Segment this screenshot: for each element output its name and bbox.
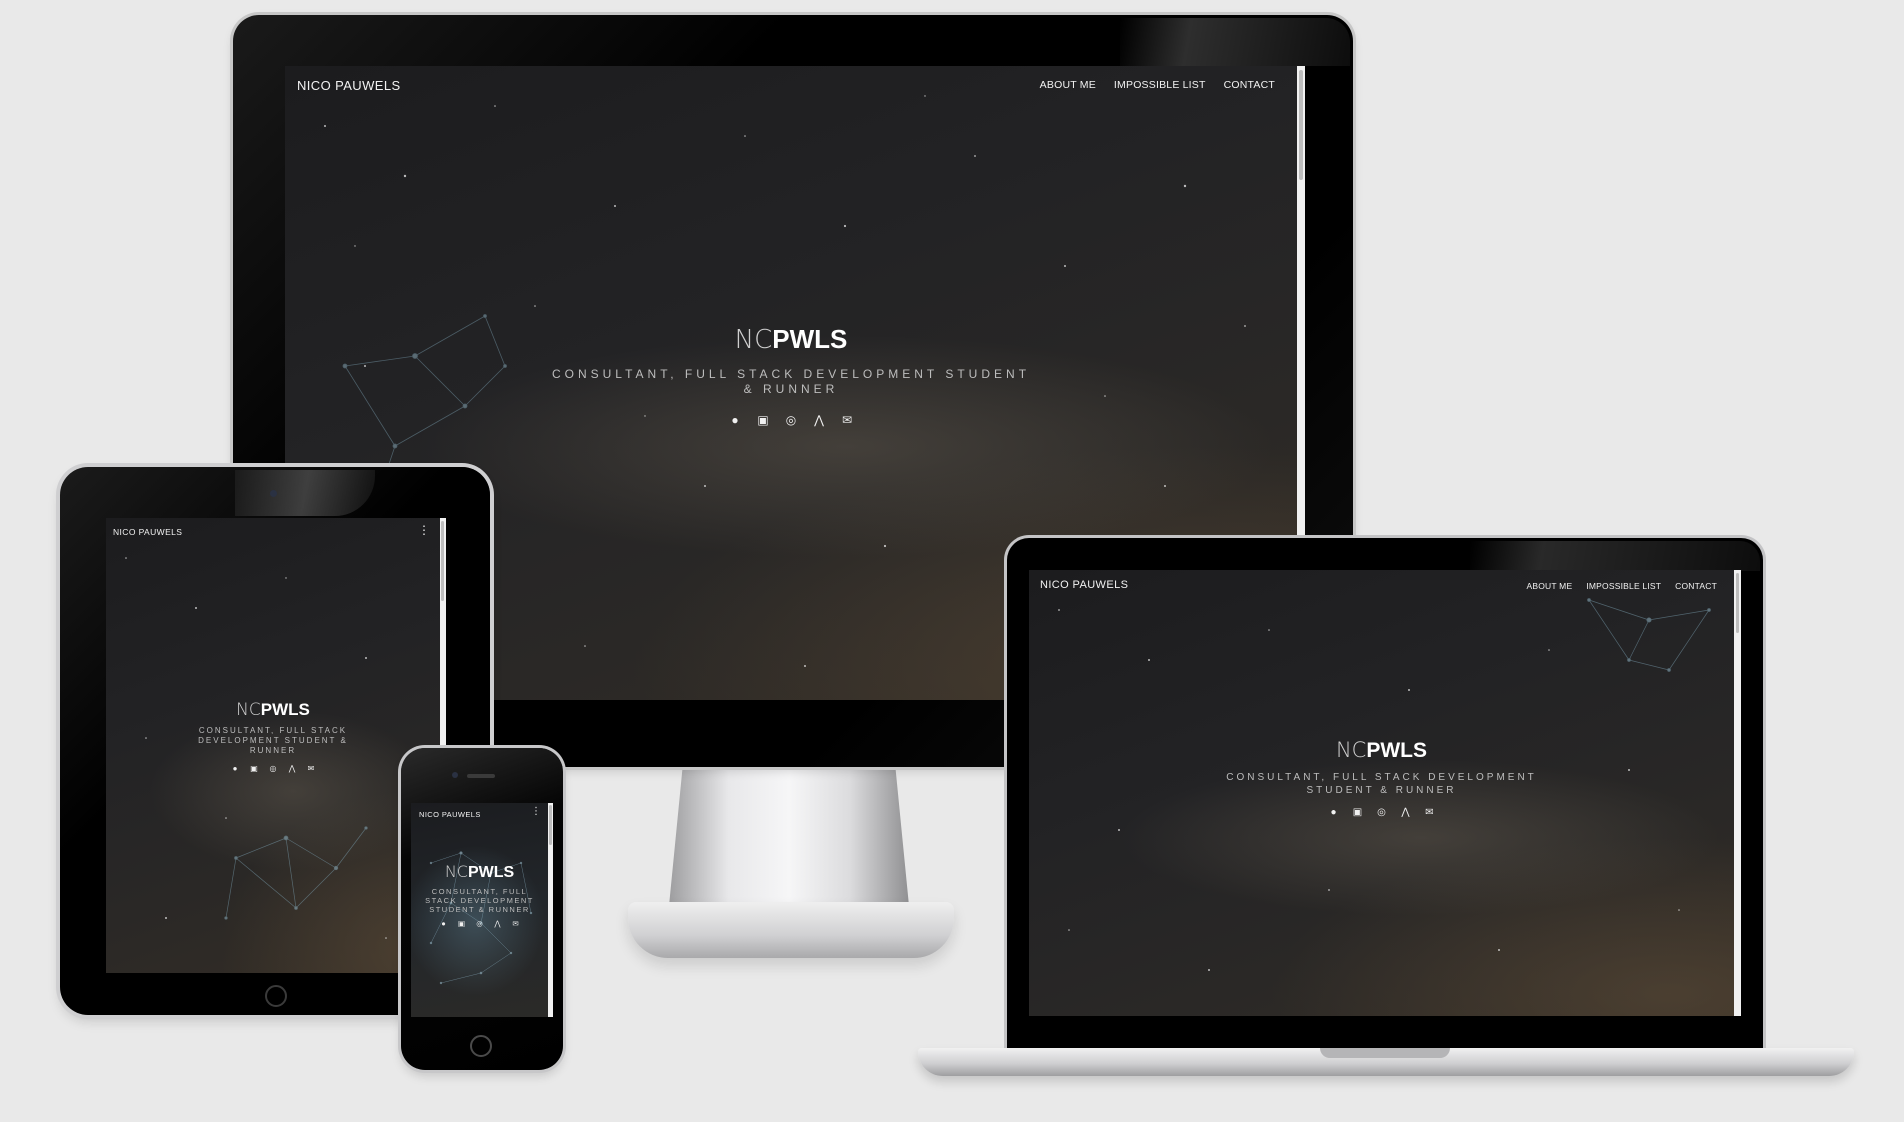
- logo-bold: PWLS: [467, 864, 515, 881]
- instagram-icon[interactable]: ◎: [777, 413, 805, 427]
- nav-about-me[interactable]: ABOUT ME: [1526, 581, 1572, 591]
- laptop-glare: [1470, 541, 1760, 571]
- strava-icon[interactable]: ⋀: [1394, 807, 1418, 818]
- strava-icon[interactable]: ⋀: [489, 919, 507, 928]
- linkedin-icon[interactable]: ▣: [749, 413, 777, 427]
- mail-icon[interactable]: ✉: [1418, 807, 1442, 818]
- tagline: CONSULTANT, FULL STACK DEVELOPMENT STUDE…: [198, 726, 348, 755]
- phone-screen: NICO PAUWELS ⋮ NCPWLS CONSULTANT, FULL S…: [411, 803, 553, 1017]
- logo-thin: NC: [444, 862, 468, 881]
- logo-bold: PWLS: [260, 700, 310, 719]
- tagline: CONSULTANT, FULL STACK DEVELOPMENT STUDE…: [425, 887, 534, 914]
- tablet-home-button[interactable]: [265, 985, 287, 1007]
- instagram-icon[interactable]: ◎: [264, 764, 283, 773]
- nav-about-me[interactable]: ABOUT ME: [1040, 79, 1096, 91]
- social-links: ● ▣ ◎ ⋀ ✉: [106, 764, 440, 773]
- mail-icon[interactable]: ✉: [302, 764, 321, 773]
- hero: NCPWLS CONSULTANT, FULL STACK DEVELOPMEN…: [285, 324, 1297, 427]
- github-icon[interactable]: ●: [721, 413, 749, 427]
- tagline: CONSULTANT, FULL STACK DEVELOPMENT STUDE…: [1226, 772, 1537, 796]
- nav-contact[interactable]: CONTACT: [1224, 79, 1275, 91]
- github-icon[interactable]: ●: [1322, 807, 1346, 818]
- tablet-screen: NICO PAUWELS ⋮ NCPWLS CONSULTANT, FULL S…: [106, 518, 446, 973]
- nav-contact[interactable]: CONTACT: [1675, 581, 1717, 591]
- hero-logo: NCPWLS: [106, 700, 440, 720]
- phone-speaker: [467, 774, 495, 778]
- tablet-camera: [270, 490, 277, 497]
- scrollbar[interactable]: [548, 803, 553, 1017]
- social-links: ● ▣ ◎ ⋀ ✉: [411, 919, 548, 928]
- instagram-icon[interactable]: ◎: [1370, 807, 1394, 818]
- brand-logo[interactable]: NICO PAUWELS: [1040, 579, 1128, 591]
- logo-thin: NC: [1335, 738, 1367, 762]
- linkedin-icon[interactable]: ▣: [453, 919, 471, 928]
- strava-icon[interactable]: ⋀: [283, 764, 302, 773]
- brand-logo[interactable]: NICO PAUWELS: [419, 810, 481, 819]
- monitor-glare: [1120, 18, 1350, 66]
- phone-home-button[interactable]: [470, 1035, 492, 1057]
- scrollbar[interactable]: [1734, 570, 1741, 1016]
- main-nav: ABOUT ME IMPOSSIBLE LIST CONTACT: [1512, 581, 1717, 591]
- linkedin-icon[interactable]: ▣: [1346, 807, 1370, 818]
- hero-logo: NCPWLS: [411, 863, 548, 882]
- phone-camera: [452, 772, 458, 778]
- mail-icon[interactable]: ✉: [507, 919, 525, 928]
- brand-logo[interactable]: NICO PAUWELS: [297, 78, 401, 93]
- tagline: CONSULTANT, FULL STACK DEVELOPMENT STUDE…: [551, 367, 1031, 396]
- logo-bold: PWLS: [1366, 739, 1428, 762]
- monitor-stand-neck: [668, 768, 910, 916]
- menu-icon[interactable]: ⋮: [418, 523, 430, 537]
- main-nav: ABOUT ME IMPOSSIBLE LIST CONTACT: [1022, 79, 1275, 91]
- social-links: ● ▣ ◎ ⋀ ✉: [285, 413, 1297, 427]
- menu-icon[interactable]: ⋮: [531, 806, 541, 817]
- nav-impossible-list[interactable]: IMPOSSIBLE LIST: [1114, 79, 1206, 91]
- logo-bold: PWLS: [772, 324, 848, 354]
- nav-impossible-list[interactable]: IMPOSSIBLE LIST: [1586, 581, 1661, 591]
- social-links: ● ▣ ◎ ⋀ ✉: [1029, 807, 1734, 818]
- hero: NCPWLS CONSULTANT, FULL STACK DEVELOPMEN…: [411, 863, 548, 929]
- laptop-notch: [1320, 1048, 1450, 1058]
- logo-thin: NC: [734, 325, 773, 355]
- hero: NCPWLS CONSULTANT, FULL STACK DEVELOPMEN…: [1029, 738, 1734, 818]
- tablet-glare: [235, 470, 375, 516]
- mail-icon[interactable]: ✉: [833, 413, 861, 427]
- github-icon[interactable]: ●: [435, 919, 453, 928]
- brand-logo[interactable]: NICO PAUWELS: [113, 527, 182, 537]
- logo-thin: NC: [236, 700, 261, 720]
- strava-icon[interactable]: ⋀: [805, 413, 833, 427]
- hero-logo: NCPWLS: [285, 324, 1297, 355]
- github-icon[interactable]: ●: [226, 764, 245, 773]
- instagram-icon[interactable]: ◎: [471, 919, 489, 928]
- monitor-stand-base: [628, 902, 954, 958]
- hero-logo: NCPWLS: [1029, 738, 1734, 763]
- laptop-screen: NICO PAUWELS ABOUT ME IMPOSSIBLE LIST CO…: [1029, 570, 1741, 1016]
- linkedin-icon[interactable]: ▣: [245, 764, 264, 773]
- hero: NCPWLS CONSULTANT, FULL STACK DEVELOPMEN…: [106, 700, 440, 773]
